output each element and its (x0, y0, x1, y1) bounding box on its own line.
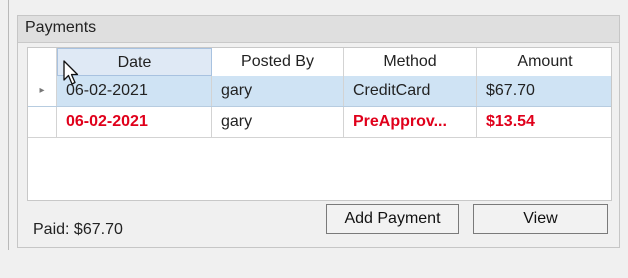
row-indicator-arrow-icon: ▸ (28, 76, 57, 106)
view-button[interactable]: View (473, 204, 608, 234)
table-row[interactable]: 06-02-2021 gary PreApprov... $13.54 (28, 107, 611, 138)
add-payment-button[interactable]: Add Payment (326, 204, 459, 234)
row-header-cell (28, 107, 57, 137)
mouse-pointer-icon (63, 60, 79, 85)
column-header-method[interactable]: Method (344, 48, 477, 76)
paid-summary: Paid: $67.70 (33, 221, 123, 239)
paid-label: Paid: (33, 221, 70, 238)
cell-date[interactable]: 06-02-2021 (57, 107, 212, 137)
grid-corner-cell[interactable] (28, 48, 57, 76)
grid-header-row: Date Posted By Method Amount (28, 48, 611, 77)
paid-value: $67.70 (73, 221, 123, 238)
table-row[interactable]: ▸ 06-02-2021 gary CreditCard $67.70 (28, 76, 611, 107)
cell-posted-by[interactable]: gary (212, 76, 344, 106)
cell-posted-by[interactable]: gary (212, 107, 344, 137)
column-header-posted-by[interactable]: Posted By (212, 48, 344, 76)
cell-amount[interactable]: $67.70 (477, 76, 611, 106)
column-header-amount[interactable]: Amount (477, 48, 611, 76)
payments-grid[interactable]: Date Posted By Method Amount ▸ 06-02-202… (27, 47, 612, 201)
cell-amount[interactable]: $13.54 (477, 107, 611, 137)
payments-panel-title: Payments (25, 19, 97, 36)
window-edge (8, 0, 9, 250)
cell-method[interactable]: CreditCard (344, 76, 477, 106)
cell-method[interactable]: PreApprov... (344, 107, 477, 137)
payments-panel: Payments Date Posted By Method Amount ▸ … (17, 15, 620, 248)
payments-panel-header: Payments (18, 16, 619, 43)
